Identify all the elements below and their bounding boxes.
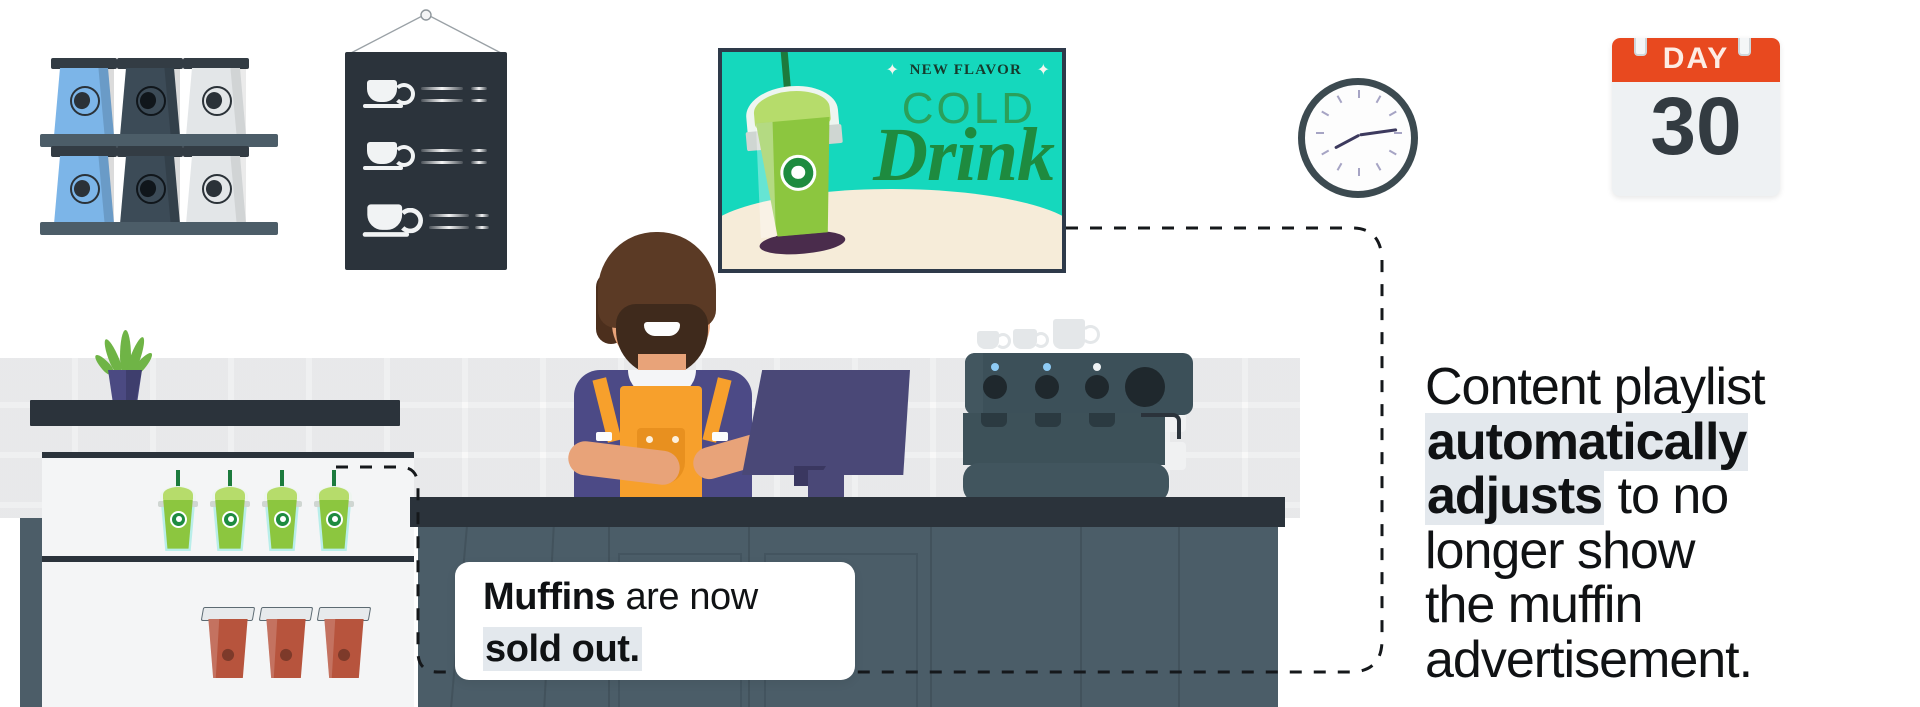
- cup-handle: [1081, 325, 1100, 344]
- side-text-line: the muffin: [1425, 576, 1643, 635]
- wall-shelf: [30, 400, 400, 426]
- bag-seal-top: [51, 58, 117, 69]
- portafilter: [1089, 413, 1115, 427]
- menu-board: [345, 52, 507, 270]
- shelf-board: [40, 222, 278, 235]
- machine-led: [991, 363, 999, 371]
- bag-seal-top: [183, 146, 249, 157]
- clock-hour-hand: [1334, 133, 1361, 150]
- frappe-cup: [312, 470, 356, 552]
- steam-wand: [1141, 413, 1181, 439]
- potted-plant: [92, 330, 155, 402]
- monitor-screen: [742, 370, 910, 475]
- display-fridge: [42, 452, 414, 707]
- side-text-line: automatically: [1425, 412, 1845, 471]
- counter-seam: [1178, 527, 1180, 707]
- fridge-shelf: [42, 452, 414, 458]
- bag-seal-top: [117, 58, 183, 69]
- callout-rest-text: are now: [615, 576, 758, 618]
- counter-seam: [1080, 527, 1082, 707]
- coffee-bag: [183, 58, 249, 136]
- portafilter: [1035, 413, 1061, 427]
- pos-monitor[interactable]: [742, 370, 910, 510]
- coffee-bag: [117, 146, 183, 224]
- wall-clock: [1298, 78, 1418, 198]
- frappe-cup: [208, 470, 252, 552]
- mouth: [644, 322, 680, 336]
- signage-headline-main: Drink: [873, 113, 1055, 197]
- pocket-button: [672, 436, 679, 443]
- cup-handle: [1033, 332, 1049, 348]
- fridge-shelf: [42, 556, 414, 562]
- hot-coffee-cup: [200, 602, 256, 678]
- coffee-bag: [51, 146, 117, 224]
- bag-seal-top: [51, 146, 117, 157]
- side-text-line: adjusts to no: [1425, 467, 1729, 526]
- apron-buckle: [596, 432, 612, 441]
- frappe-cup: [260, 470, 304, 552]
- fridge-side-panel: [20, 518, 42, 707]
- side-text-line: Content playlist: [1425, 358, 1766, 416]
- machine-led: [1093, 363, 1101, 371]
- espresso-machine: [955, 305, 1205, 505]
- callout-line-2: sold out.: [483, 627, 642, 671]
- machine-knob[interactable]: [983, 375, 1007, 399]
- sparkle-icon: ✦: [885, 62, 899, 79]
- machine-knob[interactable]: [1035, 375, 1059, 399]
- coffee-cup-icon: [363, 78, 415, 114]
- coffee-bag: [183, 146, 249, 224]
- counter-seam: [930, 527, 932, 707]
- side-text-highlight: automatically: [1425, 412, 1749, 471]
- menu-row: [362, 202, 489, 244]
- bag-seal-top: [183, 58, 249, 69]
- portafilter: [981, 413, 1007, 427]
- coffee-bag: [51, 58, 117, 136]
- calendar-day-number: 30: [1650, 81, 1742, 172]
- machine-knob[interactable]: [1085, 375, 1109, 399]
- machine-head-edge: [965, 353, 983, 415]
- cup-handle: [995, 333, 1011, 349]
- frappe-cup-illustration: [739, 52, 853, 258]
- side-text-highlight: adjusts: [1425, 467, 1605, 526]
- callout-highlighted-text: sold out.: [483, 627, 642, 671]
- calendar-label: DAY: [1662, 42, 1730, 75]
- explanatory-text-block: Content playlist automatically adjusts t…: [1425, 360, 1845, 688]
- pocket-button: [646, 436, 653, 443]
- callout-bold-word: Muffins: [483, 576, 616, 618]
- menu-board-hanger: [348, 9, 504, 54]
- side-text-line: longer show: [1425, 521, 1695, 580]
- apron-buckle: [712, 432, 728, 441]
- coffee-cup-icon: [363, 140, 415, 176]
- side-text-line: advertisement.: [1425, 630, 1753, 689]
- machine-dial[interactable]: [1125, 367, 1165, 407]
- calendar-widget: DAY 30: [1612, 38, 1780, 196]
- frappe-cup: [156, 470, 200, 552]
- coffee-cup-icon: [362, 202, 423, 244]
- sold-out-callout: Muffins are now sold out.: [455, 562, 855, 680]
- sparkle-icon: ✦: [1036, 62, 1050, 79]
- signage-badge: NEW FLAVOR: [909, 62, 1022, 78]
- coffee-bag-shelf: [40, 50, 290, 240]
- bag-seal-top: [117, 146, 183, 157]
- counter-top: [410, 497, 1285, 527]
- clock-minute-hand: [1359, 128, 1398, 137]
- scene-root: ✦ NEW FLAVOR ✦ COLD Drink DAY 30 Muffins…: [0, 0, 1920, 707]
- hot-coffee-cup: [316, 602, 372, 678]
- machine-led: [1043, 363, 1051, 371]
- menu-row: [363, 140, 487, 182]
- coffee-bag: [117, 58, 183, 136]
- callout-line-1: Muffins are now: [483, 576, 758, 619]
- menu-row: [363, 78, 487, 120]
- hot-coffee-cup: [258, 602, 314, 678]
